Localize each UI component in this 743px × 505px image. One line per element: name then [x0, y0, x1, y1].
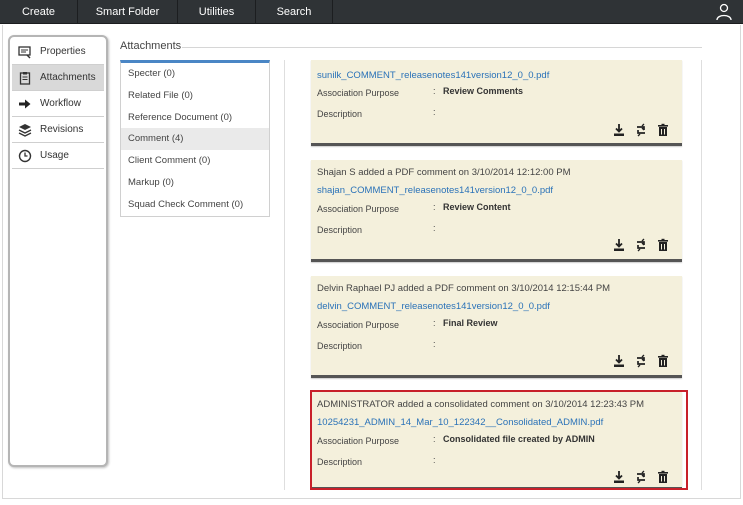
- user-icon[interactable]: [715, 3, 733, 21]
- association-purpose-value: Review Comments: [443, 86, 524, 96]
- sidebar-item-label: Revisions: [40, 124, 84, 135]
- description-label: Description: [317, 225, 363, 235]
- download-icon[interactable]: [612, 238, 626, 252]
- properties-icon: [18, 45, 32, 59]
- separator-colon: :: [433, 223, 436, 233]
- category-markup[interactable]: Markup (0): [121, 172, 269, 194]
- trash-icon[interactable]: [656, 123, 670, 137]
- top-nav-menu: Create Smart Folder Utilities Search: [0, 0, 333, 24]
- association-purpose-value: Consolidated file created by ADMIN: [443, 434, 595, 444]
- category-client-comment[interactable]: Client Comment (0): [121, 150, 269, 172]
- comment-card: Delvin Raphael PJ added a PDF comment on…: [311, 276, 682, 378]
- sidebar-item-label: Workflow: [40, 98, 81, 109]
- replace-icon[interactable]: [634, 238, 648, 252]
- association-purpose-value: Review Content: [443, 202, 511, 212]
- category-specter[interactable]: Specter (0): [121, 63, 269, 85]
- section-divider: [182, 47, 702, 48]
- attachment-file-link[interactable]: sunilk_COMMENT_releasenotes141version12_…: [317, 70, 549, 81]
- separator-colon: :: [433, 202, 436, 212]
- sidebar-item-label: Attachments: [40, 72, 96, 83]
- card-actions: [612, 123, 670, 137]
- comment-card: sunilk_COMMENT_releasenotes141version12_…: [311, 60, 682, 146]
- replace-icon[interactable]: [634, 470, 648, 484]
- category-related-file[interactable]: Related File (0): [121, 85, 269, 107]
- association-purpose-value: Final Review: [443, 318, 498, 328]
- trash-icon[interactable]: [656, 470, 670, 484]
- category-comment[interactable]: Comment (4): [121, 128, 269, 151]
- description-label: Description: [317, 341, 363, 351]
- clock-icon: [18, 149, 32, 163]
- sidebar-item-attachments[interactable]: Attachments: [12, 65, 104, 91]
- comments-pane[interactable]: sunilk_COMMENT_releasenotes141version12_…: [284, 60, 702, 490]
- download-icon[interactable]: [612, 354, 626, 368]
- arrow-right-icon: [18, 97, 32, 111]
- sidebar-item-label: Properties: [40, 46, 86, 57]
- nav-utilities[interactable]: Utilities: [178, 0, 256, 24]
- card-actions: [612, 470, 670, 484]
- description-label: Description: [317, 109, 363, 119]
- attachment-file-link[interactable]: shajan_COMMENT_releasenotes141version12_…: [317, 185, 553, 196]
- separator-colon: :: [433, 107, 436, 117]
- sidebar-item-label: Usage: [40, 150, 69, 161]
- sidebar-item-usage[interactable]: Usage: [12, 143, 104, 169]
- separator-colon: :: [433, 339, 436, 349]
- card-actions: [612, 354, 670, 368]
- attachment-file-link[interactable]: 10254231_ADMIN_14_Mar_10_122342__Consoli…: [317, 417, 603, 428]
- top-navigation-bar: Create Smart Folder Utilities Search: [0, 0, 743, 24]
- section-title: Attachments: [120, 40, 182, 52]
- trash-icon[interactable]: [656, 238, 670, 252]
- comment-card: ADMINISTRATOR added a consolidated comme…: [311, 392, 682, 490]
- comment-header: ADMINISTRATOR added a consolidated comme…: [317, 399, 645, 410]
- separator-colon: :: [433, 434, 436, 444]
- category-reference-document[interactable]: Reference Document (0): [121, 107, 269, 129]
- sidebar-item-revisions[interactable]: Revisions: [12, 117, 104, 143]
- separator-colon: :: [433, 86, 436, 96]
- download-icon[interactable]: [612, 123, 626, 137]
- association-purpose-label: Association Purpose: [317, 204, 400, 214]
- sidebar-item-workflow[interactable]: Workflow: [12, 91, 104, 117]
- replace-icon[interactable]: [634, 123, 648, 137]
- association-purpose-label: Association Purpose: [317, 436, 400, 446]
- clipboard-icon: [18, 71, 32, 85]
- nav-create[interactable]: Create: [0, 0, 78, 24]
- attachment-category-list: Specter (0) Related File (0) Reference D…: [120, 60, 270, 217]
- stack-icon: [18, 123, 32, 137]
- category-squad-check-comment[interactable]: Squad Check Comment (0): [121, 194, 269, 216]
- replace-icon[interactable]: [634, 354, 648, 368]
- comment-header: Shajan S added a PDF comment on 3/10/201…: [317, 167, 571, 178]
- trash-icon[interactable]: [656, 354, 670, 368]
- association-purpose-label: Association Purpose: [317, 88, 400, 98]
- separator-colon: :: [433, 455, 436, 465]
- attachment-file-link[interactable]: delvin_COMMENT_releasenotes141version12_…: [317, 301, 550, 312]
- nav-search[interactable]: Search: [256, 0, 333, 24]
- association-purpose-label: Association Purpose: [317, 320, 400, 330]
- separator-colon: :: [433, 318, 436, 328]
- comment-card: Shajan S added a PDF comment on 3/10/201…: [311, 160, 682, 262]
- comment-header: Delvin Raphael PJ added a PDF comment on…: [317, 283, 611, 294]
- download-icon[interactable]: [612, 470, 626, 484]
- left-sidebar: Properties Attachments Workflow Revision…: [8, 35, 108, 467]
- card-actions: [612, 238, 670, 252]
- nav-smart-folder[interactable]: Smart Folder: [78, 0, 178, 24]
- description-label: Description: [317, 457, 363, 467]
- sidebar-item-properties[interactable]: Properties: [12, 39, 104, 65]
